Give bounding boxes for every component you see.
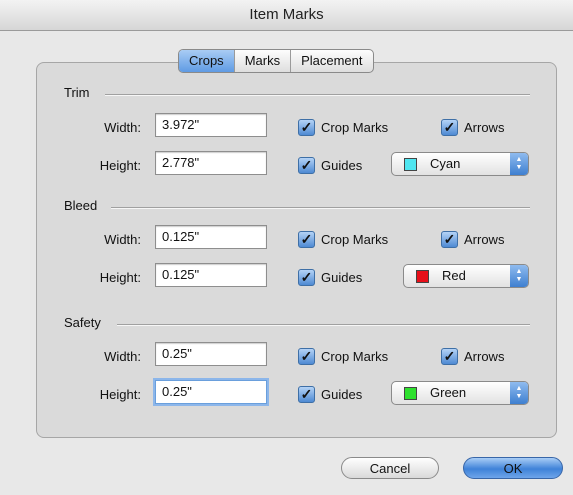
updown-arrows-icon: ▲ ▼ (510, 265, 528, 287)
checkmark-icon: ✓ (441, 119, 458, 136)
tab-bar: Crops Marks Placement (178, 49, 374, 73)
safety-width-label: Width: (104, 349, 141, 364)
checkmark-icon: ✓ (441, 231, 458, 248)
checkmark-icon: ✓ (298, 386, 315, 403)
safety-guides-label: Guides (321, 387, 363, 402)
trim-guides-label: Guides (321, 158, 363, 173)
color-swatch (416, 270, 429, 283)
safety-height-input[interactable]: 0.25" (155, 380, 267, 404)
safety-color-select[interactable]: Green ▲ ▼ (391, 381, 529, 405)
checkmark-icon: ✓ (298, 231, 315, 248)
checkmark-icon: ✓ (298, 348, 315, 365)
trim-arrows-label: Arrows (464, 120, 505, 135)
bleed-color-select[interactable]: Red ▲ ▼ (403, 264, 529, 288)
safety-width-input[interactable]: 0.25" (155, 342, 267, 366)
checkmark-icon: ✓ (441, 348, 458, 365)
bleed-guides-checkbox[interactable]: ✓ Guides (298, 269, 362, 286)
trim-arrows-checkbox[interactable]: ✓ Arrows (441, 119, 504, 136)
trim-color-value: Cyan (430, 156, 461, 171)
checkmark-icon: ✓ (298, 269, 315, 286)
bleed-crop-marks-checkbox[interactable]: ✓ Crop Marks (298, 231, 388, 248)
safety-arrows-label: Arrows (464, 349, 505, 364)
trim-crop-marks-checkbox[interactable]: ✓ Crop Marks (298, 119, 388, 136)
trim-height-input[interactable]: 2.778" (155, 151, 267, 175)
trim-width-label: Width: (104, 120, 141, 135)
updown-arrows-icon: ▲ ▼ (510, 382, 528, 404)
safety-color-value: Green (430, 385, 467, 400)
safety-divider (117, 324, 530, 326)
bleed-width-label: Width: (104, 232, 141, 247)
crops-panel: Trim Width: 3.972" ✓ Crop Marks ✓ Arrows… (36, 62, 557, 438)
bleed-height-input[interactable]: 0.125" (155, 263, 267, 287)
bleed-crop-marks-label: Crop Marks (321, 232, 389, 247)
bleed-height-label: Height: (99, 270, 141, 285)
bleed-arrows-label: Arrows (464, 232, 505, 247)
bleed-width-input[interactable]: 0.125" (155, 225, 267, 249)
bleed-divider (111, 207, 530, 209)
trim-height-label: Height: (99, 158, 141, 173)
window-title: Item Marks (0, 0, 573, 31)
trim-guides-checkbox[interactable]: ✓ Guides (298, 157, 362, 174)
bleed-section-label: Bleed (64, 198, 98, 213)
ok-button[interactable]: OK (463, 457, 563, 479)
tab-placement[interactable]: Placement (291, 50, 372, 72)
color-swatch (404, 158, 417, 171)
tab-crops[interactable]: Crops (179, 50, 235, 72)
safety-arrows-checkbox[interactable]: ✓ Arrows (441, 348, 504, 365)
bleed-arrows-checkbox[interactable]: ✓ Arrows (441, 231, 504, 248)
trim-width-input[interactable]: 3.972" (155, 113, 267, 137)
checkmark-icon: ✓ (298, 157, 315, 174)
cancel-button[interactable]: Cancel (341, 457, 439, 479)
bleed-guides-label: Guides (321, 270, 363, 285)
trim-divider (105, 94, 530, 96)
safety-section-label: Safety (64, 315, 101, 330)
safety-crop-marks-label: Crop Marks (321, 349, 389, 364)
safety-guides-checkbox[interactable]: ✓ Guides (298, 386, 362, 403)
color-swatch (404, 387, 417, 400)
trim-section-label: Trim (64, 85, 90, 100)
safety-height-label: Height: (99, 387, 141, 402)
bleed-color-value: Red (442, 268, 466, 283)
trim-crop-marks-label: Crop Marks (321, 120, 389, 135)
updown-arrows-icon: ▲ ▼ (510, 153, 528, 175)
checkmark-icon: ✓ (298, 119, 315, 136)
tab-marks[interactable]: Marks (235, 50, 292, 72)
trim-color-select[interactable]: Cyan ▲ ▼ (391, 152, 529, 176)
safety-crop-marks-checkbox[interactable]: ✓ Crop Marks (298, 348, 388, 365)
